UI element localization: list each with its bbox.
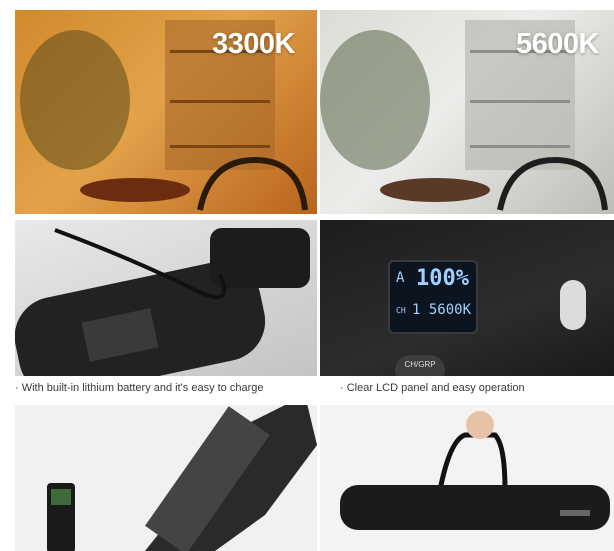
- shelf-line: [170, 145, 270, 148]
- lcd-screen: A 100% CH 1 5600K: [388, 260, 478, 334]
- ch-grp-button[interactable]: CH/GRP: [395, 355, 445, 376]
- lcd-panel-photo: A 100% CH 1 5600K CH/GRP: [320, 220, 614, 376]
- brand-badge: [560, 280, 586, 330]
- ch-grp-label: CH/GRP: [404, 360, 436, 369]
- caption-lcd: · Clear LCD panel and easy operation: [340, 382, 525, 394]
- carry-bag-photo: [320, 405, 614, 551]
- bag-illustration: [340, 411, 610, 530]
- charger-illustration: [15, 228, 310, 376]
- carry-bag: [340, 485, 610, 530]
- warm-light-photo: 3300K: [15, 10, 317, 214]
- temperature-label-3300k: 3300K: [212, 28, 295, 60]
- power-adapter: [210, 228, 310, 288]
- plant: [20, 30, 130, 170]
- caption-battery: · With built-in lithium battery and it's…: [15, 382, 264, 394]
- shelf-line: [470, 145, 570, 148]
- remote-screen: [51, 489, 71, 505]
- shelf-line: [470, 100, 570, 103]
- lcd-value: 1 5600K: [412, 302, 472, 318]
- lcd-brightness: 100%: [416, 266, 469, 291]
- temperature-label-5600k: 5600K: [516, 28, 599, 60]
- bag-logo: [560, 510, 590, 516]
- bag-handle: [437, 432, 508, 491]
- hand: [466, 411, 494, 439]
- cool-light-photo: 5600K: [320, 10, 614, 214]
- shelf-line: [170, 100, 270, 103]
- plant: [320, 30, 430, 170]
- round-table: [80, 178, 190, 202]
- remote-illustration: [47, 405, 317, 551]
- charging-photo: [15, 220, 317, 376]
- round-table: [380, 178, 490, 202]
- lcd-channel: CH: [396, 306, 406, 315]
- remote-and-barndoor-photo: [15, 405, 317, 551]
- lcd-mode: A: [396, 270, 405, 286]
